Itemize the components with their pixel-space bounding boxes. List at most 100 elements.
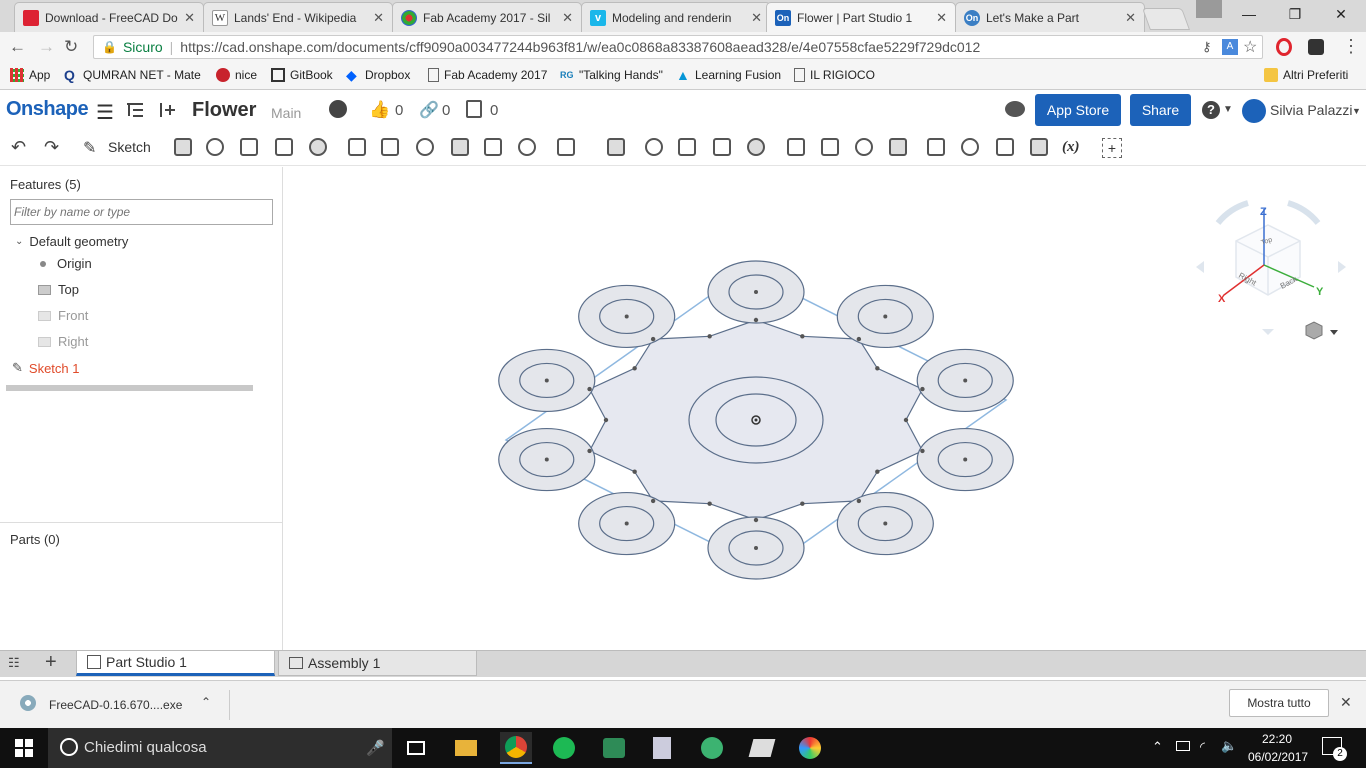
back-icon[interactable]: ← bbox=[9, 37, 26, 57]
browser-tab[interactable]: On Let's Make a Part ✕ bbox=[955, 2, 1145, 32]
pen-tablet-icon[interactable] bbox=[746, 732, 778, 764]
browser-tab[interactable]: Download - FreeCAD Do ✕ bbox=[14, 2, 204, 32]
like-icon[interactable]: 👍 bbox=[369, 100, 390, 120]
volume-icon[interactable]: 🔈 bbox=[1221, 738, 1237, 754]
bookmark-item[interactable]: Q QUMRAN NET - Mate bbox=[64, 68, 201, 82]
bookmark-item[interactable]: nice bbox=[216, 68, 257, 82]
rotate-left-icon[interactable] bbox=[1196, 261, 1204, 273]
clock-time[interactable]: 22:20 bbox=[1262, 732, 1292, 746]
plane-item-front[interactable]: Front bbox=[38, 308, 88, 323]
delete-part-icon[interactable] bbox=[747, 138, 765, 156]
plane-item-right[interactable]: Right bbox=[38, 334, 88, 349]
opera-icon[interactable] bbox=[1276, 38, 1292, 56]
onshape-logo[interactable]: Onshape bbox=[6, 98, 89, 121]
tab-manager-icon[interactable]: ☷ bbox=[8, 655, 20, 671]
task-view-icon[interactable] bbox=[400, 732, 432, 764]
close-icon[interactable]: ✕ bbox=[1340, 694, 1352, 711]
split-icon[interactable] bbox=[678, 138, 696, 156]
menu-icon[interactable]: ⋮ bbox=[1342, 36, 1360, 57]
reload-icon[interactable]: ↻ bbox=[64, 37, 78, 57]
avatar[interactable] bbox=[1242, 99, 1266, 123]
link-icon[interactable]: 🔗 bbox=[419, 100, 439, 120]
bookmark-item[interactable]: IL RIGIOCO bbox=[794, 68, 875, 82]
bookmark-item[interactable]: RG "Talking Hands" bbox=[560, 68, 663, 82]
modify-fillet-icon[interactable] bbox=[787, 138, 805, 156]
file-explorer-icon[interactable] bbox=[450, 732, 482, 764]
helix-icon[interactable] bbox=[961, 138, 979, 156]
rotate-right-icon[interactable] bbox=[1338, 261, 1346, 273]
extrude-icon[interactable] bbox=[174, 138, 192, 156]
other-bookmarks[interactable]: Altri Preferiti bbox=[1264, 68, 1348, 82]
undo-icon[interactable]: ↶ bbox=[11, 137, 26, 158]
view-cube[interactable]: Z X Y Top Right Back bbox=[1190, 195, 1360, 345]
close-icon[interactable]: ✕ bbox=[936, 10, 947, 26]
bookmark-item[interactable]: App bbox=[10, 68, 50, 82]
show-all-button[interactable]: Mostra tutto bbox=[1229, 689, 1329, 717]
browser-tab[interactable]: W Lands' End - Wikipedia ✕ bbox=[203, 2, 393, 32]
shell-icon[interactable] bbox=[484, 138, 502, 156]
wifi-icon[interactable]: ◜ bbox=[1200, 739, 1205, 755]
chevron-down-icon[interactable]: ⌄ bbox=[15, 236, 23, 247]
hamburger-menu-icon[interactable]: ☰ bbox=[96, 100, 114, 125]
tab-assembly[interactable]: Assembly 1 bbox=[278, 650, 477, 676]
loft-icon[interactable] bbox=[275, 138, 293, 156]
fillet-icon[interactable] bbox=[348, 138, 366, 156]
help-icon[interactable]: ? bbox=[1202, 101, 1220, 119]
feature-list-icon[interactable] bbox=[125, 101, 145, 119]
add-custom-feature-icon[interactable]: + bbox=[1102, 138, 1122, 158]
window-close-button[interactable]: ✕ bbox=[1318, 0, 1364, 28]
download-item[interactable]: FreeCAD-0.16.670....exe ⌃ bbox=[0, 690, 230, 720]
bookmark-item[interactable]: ▲ Learning Fusion bbox=[676, 68, 781, 82]
minimize-button[interactable]: — bbox=[1226, 0, 1272, 28]
close-icon[interactable]: ✕ bbox=[751, 10, 762, 26]
default-geometry-item[interactable]: ⌄ Default geometry bbox=[15, 234, 128, 249]
bookmark-item[interactable]: Fab Academy 2017 bbox=[428, 68, 547, 82]
tab-part-studio[interactable]: Part Studio 1 bbox=[76, 650, 275, 676]
chevron-up-icon[interactable]: ⌃ bbox=[1152, 739, 1163, 755]
clock-date[interactable]: 06/02/2017 bbox=[1248, 750, 1308, 764]
draft-icon[interactable] bbox=[416, 138, 434, 156]
close-icon[interactable]: ✕ bbox=[562, 10, 573, 26]
rotate-down-icon[interactable] bbox=[1262, 329, 1274, 335]
delete-face-icon[interactable] bbox=[821, 138, 839, 156]
hole-icon[interactable] bbox=[518, 138, 536, 156]
mate-connector-icon[interactable] bbox=[996, 138, 1014, 156]
orbit-arrow[interactable] bbox=[1287, 200, 1321, 225]
chevron-up-icon[interactable]: ⌃ bbox=[201, 695, 211, 709]
derived-icon[interactable] bbox=[1030, 138, 1048, 156]
share-button[interactable]: Share bbox=[1130, 94, 1191, 126]
forward-icon[interactable]: → bbox=[38, 37, 55, 57]
profile-icon[interactable] bbox=[1196, 0, 1222, 18]
copy-icon[interactable] bbox=[466, 100, 482, 118]
messaging-app-icon[interactable] bbox=[598, 732, 630, 764]
browser-tab[interactable]: v Modeling and renderin ✕ bbox=[581, 2, 771, 32]
key-icon[interactable]: ⚷ bbox=[1202, 39, 1212, 55]
browser-tab[interactable]: Fab Academy 2017 - Sil ✕ bbox=[392, 2, 582, 32]
translate-icon[interactable]: A bbox=[1222, 39, 1238, 55]
new-tab-button[interactable] bbox=[1141, 8, 1191, 30]
pattern-icon[interactable] bbox=[557, 138, 575, 156]
paint-app-icon[interactable] bbox=[794, 732, 826, 764]
bookmark-item[interactable]: GitBook bbox=[271, 68, 333, 82]
document-title[interactable]: Flower bbox=[192, 99, 256, 122]
bookmark-item[interactable]: ◆ Dropbox bbox=[346, 68, 410, 82]
replace-face-icon[interactable] bbox=[889, 138, 907, 156]
rollback-bar[interactable] bbox=[6, 385, 253, 391]
boolean-icon[interactable] bbox=[645, 138, 663, 156]
insert-icon[interactable] bbox=[157, 101, 177, 119]
sweep-icon[interactable] bbox=[240, 138, 258, 156]
browser-tab-active[interactable]: On Flower | Part Studio 1 ✕ bbox=[766, 2, 956, 32]
move-face-icon[interactable] bbox=[855, 138, 873, 156]
orbit-arrow[interactable] bbox=[1215, 200, 1249, 225]
view-options-icon[interactable] bbox=[1305, 321, 1323, 340]
app-store-button[interactable]: App Store bbox=[1035, 94, 1121, 126]
rib-icon[interactable] bbox=[451, 138, 469, 156]
sketch-button[interactable]: Sketch bbox=[108, 139, 151, 155]
mirror-icon[interactable] bbox=[607, 138, 625, 156]
chamfer-icon[interactable] bbox=[381, 138, 399, 156]
globe-app-icon[interactable] bbox=[696, 732, 728, 764]
notes-app-icon[interactable] bbox=[646, 732, 678, 764]
transform-icon[interactable] bbox=[713, 138, 731, 156]
comment-icon[interactable] bbox=[1005, 101, 1025, 117]
chevron-down-icon[interactable]: ▼ bbox=[1352, 106, 1361, 116]
